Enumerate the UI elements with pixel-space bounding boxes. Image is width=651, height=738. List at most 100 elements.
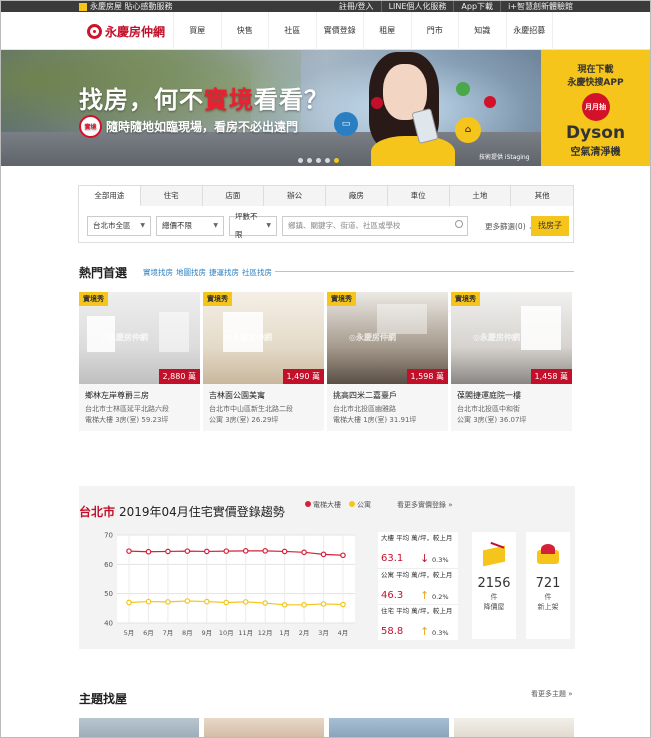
data-point-elevator[interactable] xyxy=(223,548,230,554)
x-tick-label: 2月 xyxy=(299,629,310,637)
data-point-apartment[interactable] xyxy=(145,598,152,605)
data-point-elevator[interactable] xyxy=(126,548,132,554)
keyword-input[interactable]: 鄉鎮、關鍵字、街道、社區或學校 xyxy=(282,216,468,236)
carousel-dot[interactable] xyxy=(316,158,321,163)
map-search-link[interactable]: 地圖找房 xyxy=(176,267,206,278)
banner-credit: 技術提供 iStaging xyxy=(479,154,530,161)
site-logo[interactable]: 永慶房仲網 xyxy=(87,23,165,40)
listing-card[interactable]: 實境秀 ◎永慶房仲網 1,598 萬 挑高四米二嘉臺戶 台北市北投區幽雅路 電梯… xyxy=(327,292,448,431)
listing-card[interactable]: 實境秀 ◎永慶房仲網 2,880 萬 鄉林左岸尊爵三房 台北市士林區延平北路六段… xyxy=(79,292,200,431)
data-point-elevator[interactable] xyxy=(281,548,288,555)
nav-item-sell[interactable]: 快售 xyxy=(220,12,269,50)
search-panel: 全部用途 住宅 店面 辦公 廠房 車位 土地 其他 台北市全區 ▼ 總價不限 ▼ 坪… xyxy=(78,185,574,243)
data-point-apartment[interactable] xyxy=(340,601,346,608)
listing-address: 台北市中山區新生北路二段 xyxy=(209,405,293,413)
listing-price: 2,880 萬 xyxy=(158,369,200,384)
x-tick-label: 1月 xyxy=(279,629,290,637)
data-point-elevator[interactable] xyxy=(242,548,249,554)
data-point-elevator[interactable] xyxy=(340,552,346,559)
banner-subline: 實境 隨時隨地如臨現場，看房不必出遠門 xyxy=(79,115,298,138)
listing-card[interactable]: 實境秀 ◎永慶房仲網 1,490 萬 吉林面公園美寓 台北市中山區新生北路二段 … xyxy=(203,292,324,431)
login-link[interactable]: 註冊/登入 xyxy=(332,1,381,12)
listing-address: 台北市北投區幽雅路 xyxy=(333,405,396,413)
stat-change: 0.2% xyxy=(432,593,449,601)
nav-item-community[interactable]: 社區 xyxy=(268,12,316,50)
line-service-link[interactable]: LINE個人化服務 xyxy=(380,1,454,12)
data-point-elevator[interactable] xyxy=(165,548,171,555)
data-point-apartment[interactable] xyxy=(223,599,230,606)
app-promo[interactable]: 現在下載 永慶快搜APP 月月抽 Dyson 空氣清淨機 xyxy=(541,50,650,166)
nav-item-buy[interactable]: 買屋 xyxy=(173,12,221,50)
data-point-elevator[interactable] xyxy=(204,548,210,555)
listing-detail: 電梯大樓 3房(室) 59.23坪 xyxy=(85,416,169,424)
topbar-links: 註冊/登入 LINE個人化服務 App下載 i+智慧創新體驗館 xyxy=(332,1,580,12)
tab-parking[interactable]: 車位 xyxy=(387,186,450,206)
data-point-apartment[interactable] xyxy=(301,602,307,608)
vr-badge-icon: 實境 xyxy=(79,115,102,138)
listing-detail: 公寓 3房(室) 36.07坪 xyxy=(457,416,527,424)
tab-store[interactable]: 店面 xyxy=(202,186,265,206)
carousel-dot-active[interactable] xyxy=(334,158,339,163)
data-point-apartment[interactable] xyxy=(281,602,288,608)
trend-city[interactable]: 台北市 xyxy=(79,503,115,520)
data-point-elevator[interactable] xyxy=(301,549,307,556)
data-point-apartment[interactable] xyxy=(184,598,191,604)
carousel-dot[interactable] xyxy=(307,158,312,163)
mrt-search-link[interactable]: 捷運找房 xyxy=(209,267,239,278)
data-point-apartment[interactable] xyxy=(165,599,171,605)
x-tick-label: 9月 xyxy=(201,629,212,637)
data-point-elevator[interactable] xyxy=(145,548,152,555)
more-price-link[interactable]: 看更多實價登錄 » xyxy=(397,500,453,510)
theme-card[interactable] xyxy=(454,718,574,737)
data-point-elevator[interactable] xyxy=(262,548,268,554)
theme-card[interactable] xyxy=(204,718,324,737)
tab-land[interactable]: 土地 xyxy=(449,186,512,206)
area-select[interactable]: 坪數不限 ▼ xyxy=(229,212,277,239)
theme-card[interactable] xyxy=(329,718,449,737)
trend-legend: 電梯大樓 公寓 xyxy=(305,500,371,510)
listing-title: 挑高四米二嘉臺戶 xyxy=(333,391,397,400)
vr-search-link[interactable]: 實境找房 xyxy=(143,267,173,278)
nav-item-recruit[interactable]: 永慶招募 xyxy=(505,12,553,50)
nav-item-rent[interactable]: 租屋 xyxy=(363,12,411,50)
data-point-apartment[interactable] xyxy=(126,599,132,606)
theme-card[interactable] xyxy=(79,718,199,737)
carousel-dot[interactable] xyxy=(325,158,330,163)
data-point-apartment[interactable] xyxy=(242,599,249,605)
tab-office[interactable]: 辦公 xyxy=(264,186,326,206)
data-point-apartment[interactable] xyxy=(320,601,327,607)
more-filters-button[interactable]: 更多篩選(0) ⌄ xyxy=(485,221,534,232)
data-point-apartment[interactable] xyxy=(204,598,210,605)
tab-residential[interactable]: 住宅 xyxy=(140,186,203,206)
x-tick-label: 4月 xyxy=(338,629,349,637)
hero-banner[interactable]: ▭ ⌂ 找房，何不實境看看？ 實境 隨時隨地如臨現場，看房不必出遠門 技術提供 … xyxy=(1,50,650,166)
listing-photo: 實境秀 ◎永慶房仲網 1,458 萬 xyxy=(451,292,572,384)
carousel-dot[interactable] xyxy=(298,158,303,163)
data-point-elevator[interactable] xyxy=(320,551,327,558)
community-search-link[interactable]: 社區找房 xyxy=(242,267,272,278)
innovation-link[interactable]: i+智慧創新體驗館 xyxy=(500,1,580,12)
more-themes-link[interactable]: 看更多主題 » xyxy=(531,689,573,699)
nav-item-stores[interactable]: 門市 xyxy=(410,12,459,50)
new-listing-card[interactable]: 721 件 新上架 xyxy=(526,532,570,639)
city-select[interactable]: 台北市全區 ▼ xyxy=(87,216,151,236)
search-icon[interactable] xyxy=(455,220,463,228)
tab-other[interactable]: 其他 xyxy=(511,186,573,206)
app-download-link[interactable]: App下載 xyxy=(453,1,500,12)
banner-headline: 找房，何不實境看看？ xyxy=(79,86,329,114)
stat-value: 46.3 xyxy=(381,590,404,601)
data-point-apartment[interactable] xyxy=(262,600,268,606)
nav-item-price-registry[interactable]: 實價登錄 xyxy=(315,12,364,50)
nav-item-knowledge[interactable]: 知識 xyxy=(458,12,506,50)
topbar-brand[interactable]: 永慶房屋 貼心感動服務 xyxy=(79,1,173,12)
tab-factory[interactable]: 廠房 xyxy=(326,186,388,206)
stat-residential: 住宅 平均 萬/坪，較上月 58.8 ↑ 0.3% xyxy=(378,604,458,640)
price-select[interactable]: 總價不限 ▼ xyxy=(156,216,224,236)
listing-card[interactable]: 實境秀 ◎永慶房仲網 1,458 萬 葆閣捷運庭院一樓 台北市北投區中和街 公寓… xyxy=(451,292,572,431)
price-drop-card[interactable]: 2156 件 降價屋 xyxy=(472,532,516,639)
data-point-elevator[interactable] xyxy=(184,548,191,554)
page: 永慶房屋 貼心感動服務 註冊/登入 LINE個人化服務 App下載 i+智慧創新… xyxy=(0,0,651,738)
logo-text: 永慶房仲網 xyxy=(105,25,166,39)
tab-all[interactable]: 全部用途 xyxy=(79,186,141,206)
find-house-button[interactable]: 找房子 xyxy=(531,216,569,236)
